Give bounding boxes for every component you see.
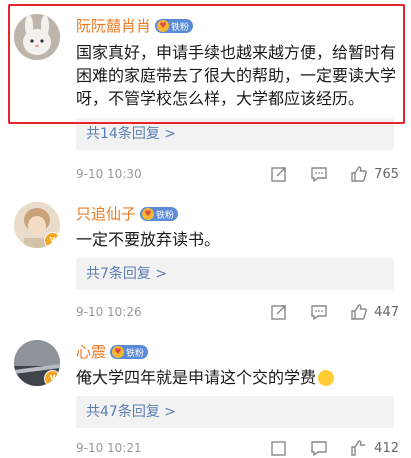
smiling-face-emoji-icon — [318, 370, 335, 386]
like-button[interactable]: 447 — [350, 303, 399, 321]
comment-icon[interactable] — [310, 303, 328, 321]
fan-badge-label: 铁粉 — [126, 348, 145, 359]
comment-text: 俺大学四年就是申请这个交的学费 — [76, 366, 399, 389]
meta-row: 9-10 10:26 447 — [76, 302, 399, 322]
meta-row: 9-10 10:21 412 — [76, 438, 399, 458]
edit-icon[interactable] — [270, 165, 288, 183]
view-replies-button[interactable]: 共47条回复 > — [76, 396, 394, 428]
like-icon — [351, 304, 368, 320]
meta-row: 9-10 10:30 765 — [76, 164, 399, 184]
replies-label: 共7条回复 — [86, 266, 151, 282]
action-bar: 765 — [270, 165, 399, 183]
comment-item: v 只追仙子 ♥ 铁粉 一定不要放弃读书。 共7条回复 > 9-10 10:26 — [0, 190, 411, 330]
edit-icon[interactable] — [270, 303, 288, 321]
action-bar: 447 — [270, 303, 399, 321]
fan-badge-label: 铁粉 — [156, 210, 175, 221]
verified-badge-icon: v — [44, 232, 60, 248]
heart-icon: ♥ — [142, 208, 155, 220]
fan-badge: ♥ 铁粉 — [140, 207, 179, 221]
view-replies-button[interactable]: 共7条回复 > — [76, 258, 394, 290]
comment-item: v 心震 ♥ 铁粉 俺大学四年就是申请这个交的学费 共47条回复 > 9-10 … — [0, 330, 411, 457]
verified-badge-icon: v — [44, 370, 60, 386]
comment-icon[interactable] — [310, 165, 328, 183]
avatar[interactable]: v — [14, 340, 60, 386]
comment-time: 9-10 10:30 — [76, 167, 142, 181]
comment-time: 9-10 10:21 — [76, 441, 142, 455]
comment-text: 一定不要放弃读书。 — [76, 230, 221, 249]
like-icon — [351, 166, 368, 182]
highlight-frame — [8, 4, 405, 124]
like-count: 447 — [374, 304, 399, 320]
fan-badge: ♥ 铁粉 — [110, 345, 149, 359]
comment-icon[interactable] — [310, 439, 328, 457]
replies-label: 共14条回复 — [86, 126, 160, 142]
name-row: 只追仙子 ♥ 铁粉 — [76, 204, 179, 224]
avatar[interactable]: v — [14, 202, 60, 248]
chevron-right-icon: > — [164, 126, 177, 142]
action-bar: 412 — [270, 439, 399, 457]
heart-icon: ♥ — [112, 346, 125, 358]
like-button[interactable]: 765 — [350, 165, 399, 183]
replies-label: 共47条回复 — [86, 404, 160, 420]
username[interactable]: 只追仙子 — [76, 204, 136, 224]
name-row: 心震 ♥ 铁粉 — [76, 342, 149, 362]
chevron-right-icon: > — [164, 404, 177, 420]
comment-time: 9-10 10:26 — [76, 305, 142, 319]
like-icon — [351, 440, 366, 456]
like-count: 765 — [374, 166, 399, 182]
edit-icon[interactable] — [270, 439, 288, 457]
like-button[interactable]: 412 — [350, 439, 399, 457]
comment-text-body: 俺大学四年就是申请这个交的学费 — [76, 368, 317, 387]
chevron-right-icon: > — [155, 266, 168, 282]
like-count: 412 — [374, 440, 399, 456]
username[interactable]: 心震 — [76, 342, 106, 362]
